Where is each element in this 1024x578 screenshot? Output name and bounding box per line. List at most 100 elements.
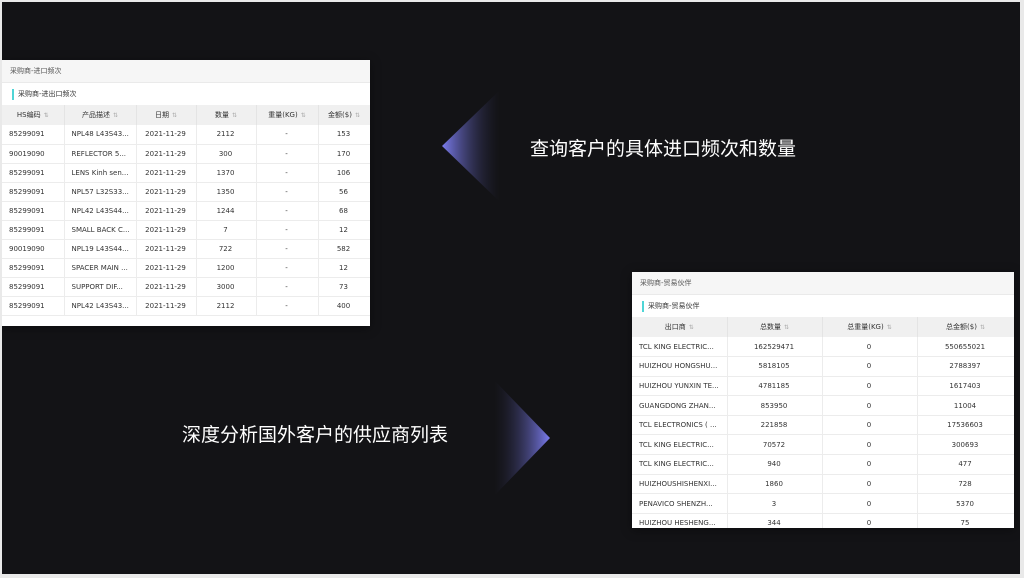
table-cell: 1860: [727, 474, 823, 495]
column-header[interactable]: 产品描述 ⇅: [64, 105, 137, 125]
table-cell: 728: [917, 474, 1014, 495]
column-header[interactable]: 总重量(KG) ⇅: [822, 317, 918, 337]
table-row[interactable]: TCL KING ELECTRIC... 940 0 477: [632, 454, 1014, 475]
column-header[interactable]: 总数量 ⇅: [727, 317, 823, 337]
table-cell: 75: [917, 513, 1014, 528]
table-cell: 0: [822, 376, 918, 397]
table-cell: 0: [822, 493, 918, 514]
table-cell: 7: [196, 220, 257, 240]
table-cell: 2021-11-29: [136, 296, 197, 316]
table-row[interactable]: TCL KING ELECTRIC... 162529471 0 550655021: [632, 337, 1014, 358]
table-cell: 0: [822, 454, 918, 475]
sort-icon[interactable]: ⇅: [784, 324, 789, 331]
column-header-label: 重量(KG): [268, 111, 298, 119]
table-row[interactable]: 85299091 SMALL BACK C... 2021-11-29 7-12: [2, 220, 370, 240]
column-header[interactable]: 金额($) ⇅: [318, 105, 370, 125]
table-cell: HUIZHOU YUNXIN TE...: [632, 376, 728, 397]
table-cell: 1244: [196, 201, 257, 221]
table-row[interactable]: HUIZHOU HESHENG... 344 0 75: [632, 513, 1014, 528]
table-cell: TCL ELECTRONICS ( ...: [632, 415, 728, 436]
table-cell: 85299091: [2, 125, 65, 145]
table-cell: 550655021: [917, 337, 1014, 358]
sort-icon[interactable]: ⇅: [44, 112, 49, 119]
table-row[interactable]: 85299091 LENS Kinh sen... 2021-11-29 1370-1…: [2, 163, 370, 183]
table-row[interactable]: 90019090 NPL19 L43S44... 2021-11-29 722-582: [2, 239, 370, 259]
table-row[interactable]: 85299091 SUPPORT DIF... 2021-11-29 3000-73: [2, 277, 370, 297]
table-cell: 300693: [917, 434, 1014, 456]
sort-icon[interactable]: ⇅: [887, 324, 892, 331]
table-row[interactable]: 90019090 REFLECTOR 5... 2021-11-29 300-170: [2, 144, 370, 164]
sort-icon[interactable]: ⇅: [980, 324, 985, 331]
table-row[interactable]: HUIZHOUSHISHENXI... 1860 0 728: [632, 474, 1014, 495]
table-cell: 2021-11-29: [136, 144, 197, 164]
column-header-label: 出口商: [664, 323, 686, 331]
table-cell: 2021-11-29: [136, 258, 197, 278]
table-cell: -: [256, 258, 319, 278]
table-row[interactable]: 85299091 NPL42 L43S44... 2021-11-29 1244-68: [2, 201, 370, 221]
table-row[interactable]: 85299091 NPL42 L43S43... 2021-11-29 2112-40…: [2, 296, 370, 316]
panel-title: 采购商-进口频次: [2, 60, 370, 83]
sort-icon[interactable]: ⇅: [689, 324, 694, 331]
table-cell: 5370: [917, 493, 1014, 514]
table-row[interactable]: 85299091 NPL48 L43S43... 2021-11-29 2112-15…: [2, 125, 370, 145]
table-cell: SUPPORT DIF...: [64, 277, 137, 297]
table-row[interactable]: HUIZHOU YUNXIN TE... 4781185 0 1617403: [632, 376, 1014, 397]
sort-icon[interactable]: ⇅: [355, 112, 360, 119]
table-row[interactable]: TCL KING ELECTRIC... 70572 0 300693: [632, 434, 1014, 456]
table-cell: 2021-11-29: [136, 220, 197, 240]
table-cell: 12: [318, 258, 370, 278]
table-cell: -: [256, 163, 319, 183]
column-header-label: 数量: [214, 111, 229, 119]
table-cell: 170: [318, 144, 370, 164]
table-cell: HUIZHOUSHISHENXI...: [632, 474, 728, 495]
right-arrow-icon: [494, 380, 550, 496]
table-header-row: 出口商 ⇅ 总数量 ⇅ 总重量(KG) ⇅ 总金额($) ⇅: [632, 317, 1014, 337]
left-arrow-icon: [442, 90, 500, 202]
table-row[interactable]: HUIZHOU HONGSHU... 5818105 0 2788397: [632, 356, 1014, 377]
table-cell: TCL KING ELECTRIC...: [632, 434, 728, 456]
table-cell: -: [256, 201, 319, 221]
table-row[interactable]: 85299091 NPL57 L32S33... 2021-11-29 1350-56: [2, 182, 370, 202]
trade-partner-table: 出口商 ⇅ 总数量 ⇅ 总重量(KG) ⇅ 总金额($) ⇅ TCL KING ELECTRI…: [632, 317, 1014, 528]
table-cell: TCL KING ELECTRIC...: [632, 454, 728, 475]
column-header[interactable]: HS编码 ⇅: [2, 105, 65, 125]
column-header-label: 日期: [154, 111, 169, 119]
column-header-label: 总金额($): [946, 323, 977, 331]
table-cell: 0: [822, 513, 918, 528]
import-frequency-table: HS编码 ⇅ 产品描述 ⇅ 日期 ⇅ 数量 ⇅ 重量(KG) ⇅ 金额($) ⇅ 85299091 NP…: [2, 105, 370, 316]
column-header[interactable]: 总金额($) ⇅: [917, 317, 1014, 337]
column-header[interactable]: 日期 ⇅: [136, 105, 197, 125]
column-header[interactable]: 数量 ⇅: [196, 105, 257, 125]
table-cell: 85299091: [2, 163, 65, 183]
table-cell: PENAVICO SHENZH...: [632, 493, 728, 514]
slide: 采购商-进口频次 采购商-进出口频次 HS编码 ⇅ 产品描述 ⇅ 日期 ⇅ 数量 ⇅ 重量(KG…: [2, 2, 1020, 574]
column-header-label: 总数量: [759, 323, 781, 331]
table-cell: 5818105: [727, 356, 823, 377]
table-row[interactable]: GUANGDONG ZHAN... 853950 0 11004: [632, 395, 1014, 416]
column-header-label: 产品描述: [81, 111, 110, 119]
sort-icon[interactable]: ⇅: [113, 112, 118, 119]
column-header[interactable]: 重量(KG) ⇅: [256, 105, 319, 125]
table-cell: SPACER MAIN ...: [64, 258, 137, 278]
sort-icon[interactable]: ⇅: [172, 112, 177, 119]
table-cell: 68: [318, 201, 370, 221]
sort-icon[interactable]: ⇅: [232, 112, 237, 119]
sort-icon[interactable]: ⇅: [301, 112, 306, 119]
table-cell: 85299091: [2, 277, 65, 297]
table-row[interactable]: PENAVICO SHENZH... 3 0 5370: [632, 493, 1014, 514]
table-cell: NPL42 L43S43...: [64, 296, 137, 316]
table-row[interactable]: TCL ELECTRONICS ( ... 221858 0 17536603: [632, 415, 1014, 436]
table-cell: HUIZHOU HONGSHU...: [632, 356, 728, 377]
table-cell: GUANGDONG ZHAN...: [632, 395, 728, 416]
column-header[interactable]: 出口商 ⇅: [632, 317, 728, 337]
table-cell: 3000: [196, 277, 257, 297]
table-cell: 85299091: [2, 201, 65, 221]
table-cell: 106: [318, 163, 370, 183]
table-cell: 582: [318, 239, 370, 259]
table-cell: 2788397: [917, 356, 1014, 377]
table-cell: -: [256, 144, 319, 164]
table-cell: 1370: [196, 163, 257, 183]
table-row[interactable]: 85299091 SPACER MAIN ... 2021-11-29 1200-12: [2, 258, 370, 278]
panel-subtitle: 采购商-进出口频次: [12, 88, 370, 100]
table-cell: 85299091: [2, 220, 65, 240]
